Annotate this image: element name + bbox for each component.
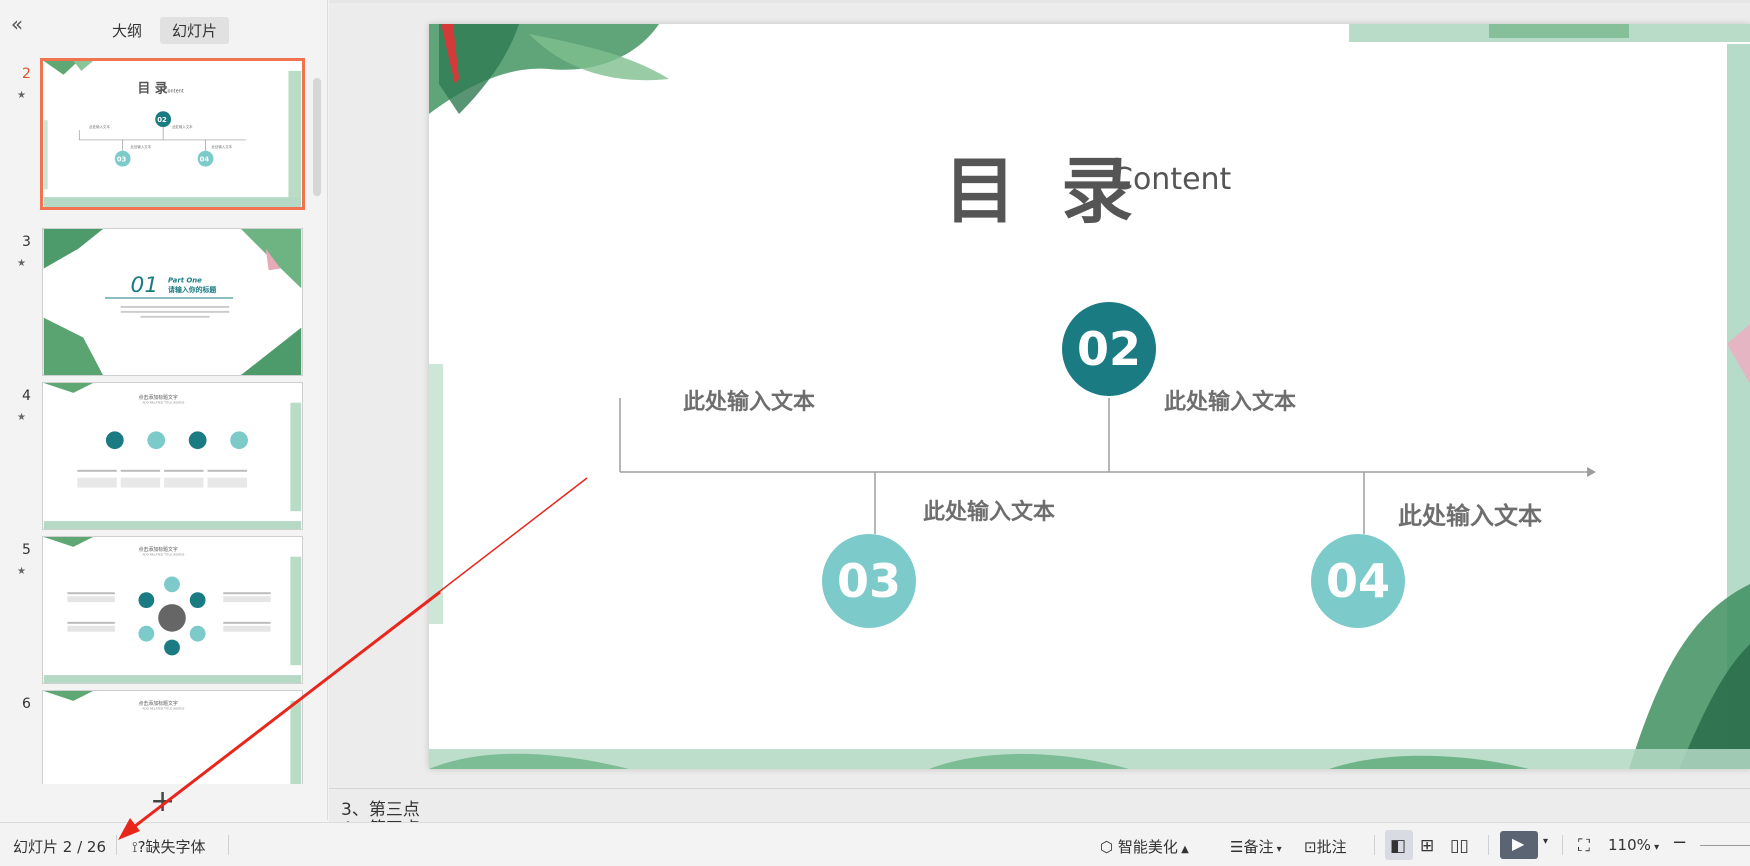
missing-font-label: 缺失字体 xyxy=(145,838,206,856)
zoom-out-icon[interactable]: − xyxy=(1672,832,1687,853)
slide-thumbnail-selected[interactable]: 目 录 Content 02 03 04 此处输入文本 此处输入文本 此处输入文… xyxy=(40,58,305,210)
fit-window-icon[interactable]: ⛶ xyxy=(1578,836,1590,856)
separator xyxy=(1562,835,1563,855)
thumb-label: 此处输入文本 xyxy=(211,144,232,149)
text-03[interactable]: 此处输入文本 xyxy=(923,494,1055,526)
notes-pane[interactable]: 3、第三点 4、第四点 xyxy=(329,788,1750,822)
thumbnail-row[interactable]: 2 ★ 目 录 Content 02 03 04 此处输入文本 此处输入文本 此… xyxy=(0,56,310,210)
slide-number: 4 xyxy=(22,388,31,404)
thumb-subtitle: Content xyxy=(164,89,184,95)
thumbnail-scrollbar[interactable] xyxy=(313,78,321,196)
thumb-heading: 请输入你的标题 xyxy=(168,285,216,294)
comment-label: 批注 xyxy=(1316,838,1347,856)
caret-down-icon: ▾ xyxy=(1650,842,1660,853)
circle-04[interactable]: 04 xyxy=(1311,534,1405,628)
thumbnail-graphic: 目 录 Content 02 03 04 此处输入文本 此处输入文本 此处输入文… xyxy=(43,61,302,207)
thumbnail-row[interactable]: 5 ★ 点击添加标题文字 ADD RELATED TITLE WORDS xyxy=(0,532,310,686)
thumb-num: 02 xyxy=(157,116,167,124)
view-tabs: 大纲 幻灯片 xyxy=(100,17,230,44)
separator xyxy=(1488,835,1489,855)
zoom-slider[interactable] xyxy=(1700,845,1750,846)
wps-presentation-window: « 大纲 幻灯片 2 ★ 目 录 Content 02 03 04 此处输入文本… xyxy=(0,0,1750,866)
thumb-heading: 点击添加标题文字 xyxy=(138,394,177,401)
normal-view-icon[interactable]: ◧ xyxy=(1390,836,1406,856)
thumb-sub: ADD RELATED TITLE WORDS xyxy=(142,401,184,405)
animation-star-icon: ★ xyxy=(17,566,26,577)
slide-count: 幻灯片 2 / 26 xyxy=(13,838,106,856)
text-02[interactable]: 此处输入文本 xyxy=(1164,384,1296,416)
slide-number: 5 xyxy=(22,542,31,558)
thumbnail-list: 2 ★ 目 录 Content 02 03 04 此处输入文本 此处输入文本 此… xyxy=(0,56,310,784)
thumbnail-graphic: 点击添加标题文字 ADD RELATED TITLE WORDS xyxy=(43,383,302,529)
missing-font-icon: ⟟? xyxy=(132,838,146,856)
comment-button[interactable]: ⊡批注 xyxy=(1304,836,1347,857)
slide-thumbnail[interactable]: 点击添加标题文字 ADD RELATED TITLE WORDS xyxy=(42,382,303,530)
animation-star-icon: ★ xyxy=(17,258,26,269)
smart-beautify-button[interactable]: ⬡ 智能美化 ▲ xyxy=(1100,836,1189,857)
separator xyxy=(228,835,229,855)
thumb-num: 03 xyxy=(117,156,127,164)
cube-icon: ⬡ xyxy=(1100,838,1118,856)
separator xyxy=(1374,835,1375,855)
thumb-label: 此处输入文本 xyxy=(172,124,193,129)
thumb-sub: ADD RELATED TITLE WORDS xyxy=(142,553,184,557)
notes-button[interactable]: ☰备注 ▾ xyxy=(1230,836,1282,857)
plus-icon[interactable]: + xyxy=(150,787,175,817)
thumbnail-graphic: 点击添加标题文字 ADD RELATED TITLE WORDS xyxy=(43,691,302,784)
play-options-caret-icon[interactable]: ▾ xyxy=(1543,836,1548,847)
thumb-label: 此处输入文本 xyxy=(89,124,110,129)
notes-line: 4、第四点 xyxy=(341,814,420,822)
thumb-sub: ADD RELATED TITLE WORDS xyxy=(142,707,184,711)
text-04[interactable]: 此处输入文本 xyxy=(1398,496,1542,531)
animation-star-icon: ★ xyxy=(17,412,26,423)
editor-area: 目 录 Content 02 03 04 此处输入文本 此处输入文本 此处输入文… xyxy=(329,0,1750,788)
text-left[interactable]: 此处输入文本 xyxy=(683,384,815,416)
animation-star-icon: ★ xyxy=(17,90,26,101)
missing-font-button[interactable]: ⟟?缺失字体 xyxy=(132,836,206,857)
thumb-heading: 点击添加标题文字 xyxy=(138,700,177,707)
thumb-heading: 点击添加标题文字 xyxy=(138,546,177,553)
comment-icon: ⊡ xyxy=(1304,838,1317,856)
thumb-label: 此处输入文本 xyxy=(131,144,152,149)
play-icon: ▶ xyxy=(1512,834,1525,853)
zoom-level[interactable]: 110% ▾ xyxy=(1608,836,1659,854)
slide-number: 3 xyxy=(22,234,31,250)
circle-03[interactable]: 03 xyxy=(822,534,916,628)
slide-subtitle[interactable]: Content xyxy=(1112,162,1231,197)
status-bar: 幻灯片 2 / 26 ⟟?缺失字体 ⬡ 智能美化 ▲ ☰备注 ▾ ⊡批注 ◧ ⊞… xyxy=(0,822,1750,866)
slide-panel: « 大纲 幻灯片 2 ★ 目 录 Content 02 03 04 此处输入文本… xyxy=(0,0,328,820)
slide-number: 2 xyxy=(22,66,31,82)
reading-view-icon[interactable]: ▯▯ xyxy=(1450,836,1469,856)
thumbnail-graphic: 点击添加标题文字 ADD RELATED TITLE WORDS xyxy=(43,537,302,683)
notes-icon: ☰ xyxy=(1230,838,1244,856)
double-chevron-left-icon[interactable]: « xyxy=(6,14,28,36)
thumbnail-graphic: 01 Part One 请输入你的标题 xyxy=(43,229,302,375)
circle-02[interactable]: 02 xyxy=(1062,302,1156,396)
thumb-part: Part One xyxy=(168,276,202,284)
beautify-label: 智能美化 xyxy=(1117,838,1178,856)
grid-view-icon[interactable]: ⊞ xyxy=(1420,836,1434,856)
slide-thumbnail[interactable]: 01 Part One 请输入你的标题 xyxy=(42,228,303,376)
caret-up-icon: ▲ xyxy=(1177,844,1189,855)
tab-outline[interactable]: 大纲 xyxy=(100,17,154,44)
thumb-big-number: 01 xyxy=(131,273,159,298)
slide-canvas[interactable]: 目 录 Content 02 03 04 此处输入文本 此处输入文本 此处输入文… xyxy=(429,24,1750,769)
slide-thumbnail[interactable]: 点击添加标题文字 ADD RELATED TITLE WORDS xyxy=(42,690,303,784)
thumbnail-row[interactable]: 3 ★ 01 Part One 请输入你的标题 xyxy=(0,224,310,378)
slide-number: 6 xyxy=(22,696,31,712)
tab-slides[interactable]: 幻灯片 xyxy=(160,17,230,44)
thumbnail-row[interactable]: 4 ★ 点击添加标题文字 ADD RELATED TITLE WORDS xyxy=(0,378,310,532)
separator xyxy=(116,835,117,855)
caret-down-icon: ▾ xyxy=(1273,844,1282,855)
zoom-label: 110% xyxy=(1608,836,1651,854)
thumb-num: 04 xyxy=(200,156,210,164)
notes-label: 备注 xyxy=(1243,838,1274,856)
slide-thumbnail[interactable]: 点击添加标题文字 ADD RELATED TITLE WORDS xyxy=(42,536,303,684)
thumbnail-row[interactable]: 6 点击添加标题文字 ADD RELATED TITLE WORDS xyxy=(0,686,310,784)
